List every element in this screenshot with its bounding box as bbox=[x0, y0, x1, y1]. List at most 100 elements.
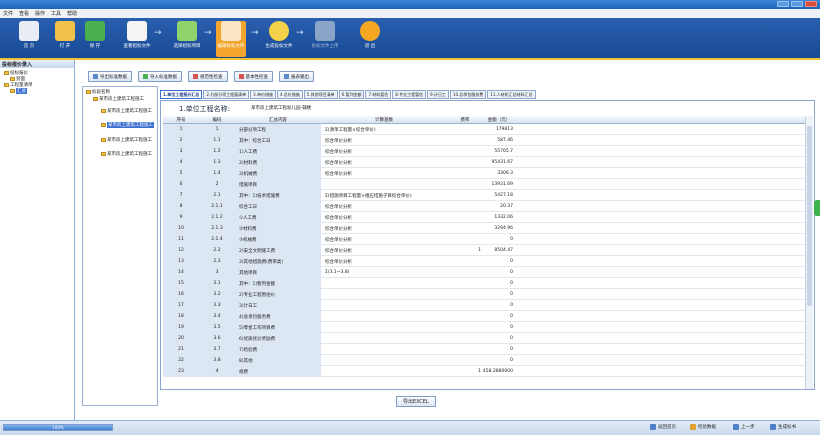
cell-base[interactable]: 综合单价分析 bbox=[321, 168, 447, 179]
report-output-button[interactable]: 报表输出 bbox=[279, 71, 314, 82]
cell-base[interactable]: Σ(清单工程量×综合单价) bbox=[321, 124, 447, 135]
cell-rate[interactable] bbox=[447, 223, 483, 234]
minimize-button[interactable] bbox=[777, 1, 789, 7]
table-row[interactable]: 12 2.2 2)安全文明施工费 综合单价分析 1 8504.47 bbox=[163, 245, 805, 256]
cell-rate[interactable] bbox=[447, 311, 483, 322]
cell-base[interactable] bbox=[321, 289, 447, 300]
toolbar-home-button[interactable]: 首 页 bbox=[14, 21, 44, 49]
cell-code[interactable]: 3.7 bbox=[199, 344, 235, 355]
toolbar-view-tender-button[interactable]: 查看招标文件 bbox=[122, 21, 152, 49]
cell-code[interactable]: 2.2 bbox=[199, 245, 235, 256]
cell-amount[interactable]: 0 bbox=[483, 300, 515, 311]
table-row[interactable]: 16 3.2 2)专业工程暂估价 0 bbox=[163, 289, 805, 300]
tab-labor-material-summary[interactable]: 11.人材机汇总材料汇总 bbox=[487, 90, 536, 99]
table-row[interactable]: 6 2 措施项目 13931.69 bbox=[163, 179, 805, 190]
verify-data-button[interactable]: 检验数据 bbox=[690, 424, 716, 430]
column-header[interactable]: 序号 bbox=[163, 116, 199, 124]
cell-base[interactable] bbox=[321, 278, 447, 289]
cell-name[interactable]: 3)机械费 bbox=[235, 168, 321, 179]
cell-amount[interactable]: 0 bbox=[483, 333, 515, 344]
cell-amount[interactable]: 0 bbox=[483, 355, 515, 366]
cell-code[interactable]: 1.1 bbox=[199, 135, 235, 146]
close-button[interactable] bbox=[805, 1, 817, 7]
cell-amount[interactable]: 8458.2880000 bbox=[483, 366, 515, 377]
cell-seq[interactable]: 20 bbox=[163, 333, 199, 344]
table-row[interactable]: 20 3.6 6)优质优价奖励费 0 bbox=[163, 333, 805, 344]
menu-tools[interactable]: 工具 bbox=[51, 10, 61, 17]
cell-code[interactable]: 3.8 bbox=[199, 355, 235, 366]
cell-base[interactable]: 综合单价分析 bbox=[321, 146, 447, 157]
cell-name[interactable]: 其中：1)技术措施费 bbox=[235, 190, 321, 201]
cell-amount[interactable]: 1332.06 bbox=[483, 212, 515, 223]
cell-seq[interactable]: 9 bbox=[163, 212, 199, 223]
cell-name[interactable]: 其中：综合工日 bbox=[235, 135, 321, 146]
cell-rate[interactable] bbox=[447, 201, 483, 212]
normative-check-button[interactable]: 规范性检查 bbox=[188, 71, 228, 82]
tab-provisional-sum[interactable]: 6.暂列金额 bbox=[338, 90, 365, 99]
cell-rate[interactable] bbox=[447, 278, 483, 289]
cell-rate[interactable] bbox=[447, 234, 483, 245]
cell-seq[interactable]: 4 bbox=[163, 157, 199, 168]
cell-name[interactable]: 3)计日工 bbox=[235, 300, 321, 311]
back-home-button[interactable]: 返回首页 bbox=[650, 424, 676, 430]
cell-base[interactable]: 综合单价分析 bbox=[321, 245, 447, 256]
cell-seq[interactable]: 13 bbox=[163, 256, 199, 267]
column-header[interactable]: 费率 bbox=[447, 116, 483, 124]
cell-seq[interactable]: 17 bbox=[163, 300, 199, 311]
cell-rate[interactable]: 1 bbox=[447, 245, 483, 256]
column-header[interactable]: 计算基数 bbox=[321, 116, 447, 124]
table-row[interactable]: 10 2.1.3 ②材料费 综合单价分析 3294.96 bbox=[163, 223, 805, 234]
cell-amount[interactable]: 179813 bbox=[483, 124, 515, 135]
cell-rate[interactable] bbox=[447, 157, 483, 168]
cell-code[interactable]: 2.3 bbox=[199, 256, 235, 267]
cell-amount[interactable]: 0 bbox=[483, 234, 515, 245]
cell-name[interactable]: 7)检验费 bbox=[235, 344, 321, 355]
cell-base[interactable] bbox=[321, 344, 447, 355]
cell-seq[interactable]: 2 bbox=[163, 135, 199, 146]
cell-base[interactable]: 综合单价分析 bbox=[321, 135, 447, 146]
cell-base[interactable]: 综合单价分析 bbox=[321, 212, 447, 223]
cell-amount[interactable]: 0 bbox=[483, 322, 515, 333]
cell-code[interactable]: 1.4 bbox=[199, 168, 235, 179]
cell-seq[interactable]: 11 bbox=[163, 234, 199, 245]
cell-base[interactable]: Σ(措施项目工程量×相应措施子目综合单价) bbox=[321, 190, 447, 201]
tab-unit-summary[interactable]: 1.单位工程报价汇总 bbox=[160, 90, 203, 99]
table-row[interactable]: 23 4 规费 1 8458.2880000 bbox=[163, 366, 805, 377]
cell-name[interactable]: 3)其他措施费(费率类) bbox=[235, 256, 321, 267]
table-row[interactable]: 17 3.3 3)计日工 0 bbox=[163, 300, 805, 311]
scrollbar-thumb[interactable] bbox=[807, 126, 812, 306]
cell-amount[interactable]: 0 bbox=[483, 289, 515, 300]
toolbar-open-button[interactable]: 打 开 bbox=[50, 21, 80, 49]
toolbar-exit-button[interactable]: 退 出 bbox=[355, 21, 385, 49]
table-row[interactable]: 9 2.1.2 ①人工费 综合单价分析 1332.06 bbox=[163, 212, 805, 223]
cell-rate[interactable] bbox=[447, 146, 483, 157]
cell-rate[interactable] bbox=[447, 212, 483, 223]
tab-general-contract-fee[interactable]: 10.总承包服务费 bbox=[449, 90, 487, 99]
cell-seq[interactable]: 8 bbox=[163, 201, 199, 212]
menu-operate[interactable]: 操作 bbox=[35, 10, 45, 17]
column-header[interactable]: 汇总内容 bbox=[235, 116, 321, 124]
toolbar-generate-bid-button[interactable]: 生成投标文件 bbox=[264, 21, 294, 49]
cell-name[interactable]: 2)安全文明施工费 bbox=[235, 245, 321, 256]
cell-name[interactable]: 分部分项工程 bbox=[235, 124, 321, 135]
cell-name[interactable]: 2)专业工程暂估价 bbox=[235, 289, 321, 300]
cell-amount[interactable]: 8504.47 bbox=[483, 245, 515, 256]
cell-base[interactable] bbox=[321, 300, 447, 311]
cell-rate[interactable] bbox=[447, 256, 483, 267]
cell-code[interactable]: 3.3 bbox=[199, 300, 235, 311]
previous-step-button[interactable]: 上一步 bbox=[733, 424, 755, 430]
cell-name[interactable]: ①人工费 bbox=[235, 212, 321, 223]
cell-rate[interactable] bbox=[447, 168, 483, 179]
tree-item[interactable]: 某市房上建筑工程施工 bbox=[93, 96, 144, 102]
cell-amount[interactable]: 0 bbox=[483, 311, 515, 322]
cell-rate[interactable] bbox=[447, 300, 483, 311]
toolbar-upload-button[interactable]: 投标文件上传 bbox=[310, 21, 340, 49]
cell-code[interactable]: 3.4 bbox=[199, 311, 235, 322]
cell-rate[interactable] bbox=[447, 344, 483, 355]
cell-base[interactable]: Σ(3.1~3.8) bbox=[321, 267, 447, 278]
cell-name[interactable]: 6)优质优价奖励费 bbox=[235, 333, 321, 344]
tab-material-estimate[interactable]: 7.材料暂估 bbox=[365, 90, 392, 99]
cell-base[interactable]: 综合单价分析 bbox=[321, 234, 447, 245]
cell-code[interactable]: 3.1 bbox=[199, 278, 235, 289]
cell-code[interactable]: 1.2 bbox=[199, 146, 235, 157]
